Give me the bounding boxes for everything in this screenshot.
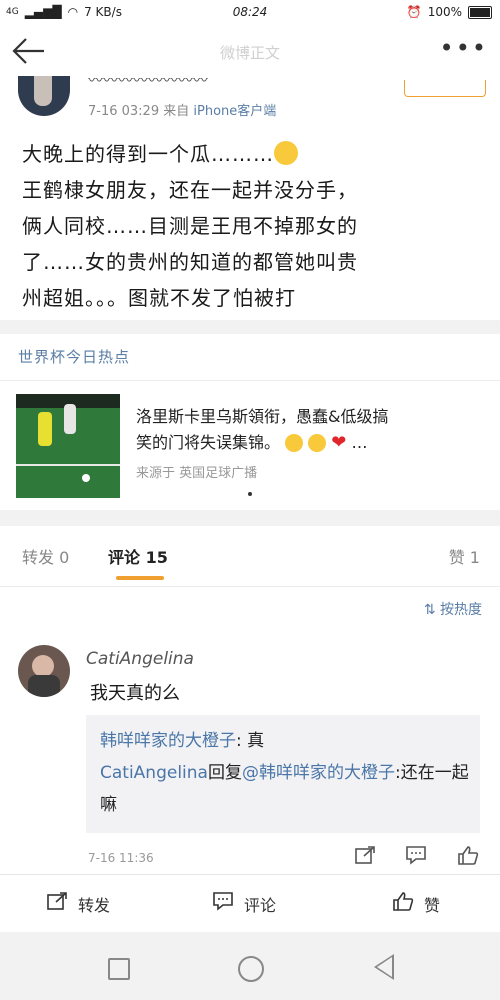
mention-link[interactable]: @韩咩咩家的大橙子: [242, 763, 395, 783]
reply2-author-link[interactable]: CatiAngelina: [100, 763, 208, 783]
home-icon[interactable]: [238, 956, 264, 982]
carousel-indicator: [248, 492, 252, 496]
status-right: ⏰ 100%: [407, 5, 492, 19]
content-line: 大晚上的得到一个瓜………: [22, 136, 482, 172]
commenter-name[interactable]: CatiAngelina: [86, 649, 194, 669]
active-tab-indicator: [116, 576, 164, 580]
reply-text: : 真: [236, 731, 265, 751]
hot-section-title[interactable]: 世界杯今日热点: [18, 346, 130, 367]
sort-by-hotness-button[interactable]: ⇅ 按热度: [424, 599, 482, 619]
author-avatar[interactable]: [18, 76, 70, 116]
weibo-post: 〰〰〰〰〰〰〰〰 7-16 03:29 来自 iPhone客户端 大晚上的得到一…: [0, 76, 500, 320]
back-triangle-icon[interactable]: [374, 954, 394, 980]
post-time: 7-16 03:29: [88, 104, 160, 119]
heart-emoji-icon: ❤: [331, 432, 347, 453]
post-content: 大晚上的得到一个瓜……… 王鹤棣女朋友，还在一起并没分手， 俩人同校……目测是王…: [22, 136, 482, 316]
reply-comment-icon[interactable]: [403, 845, 429, 867]
content-line: 俩人同校……目测是王甩不掉那女的: [22, 214, 358, 238]
recent-apps-icon[interactable]: [108, 958, 130, 980]
post-meta: 7-16 03:29 来自 iPhone客户端: [88, 100, 276, 119]
article-headline[interactable]: 洛里斯卡里乌斯領衔，愚蠢&低级搞 笑的门将失误集锦。 ❤ …: [136, 404, 486, 456]
sort-icon: ⇅: [423, 602, 436, 618]
more-menu-icon[interactable]: •••: [440, 34, 488, 62]
headline-line: 笑的门将失误集锦。 ❤ …: [136, 432, 368, 453]
drool-emoji-icon: [274, 141, 298, 165]
author-name-clipped[interactable]: 〰〰〰〰〰〰〰〰: [88, 78, 208, 88]
reply-thread[interactable]: 韩咩咩家的大橙子: 真 CatiAngelina回复@韩咩咩家的大橙子:还在一起…: [86, 715, 480, 833]
follow-button[interactable]: [404, 80, 486, 97]
system-navigation-bar: [0, 932, 500, 1000]
commenter-avatar[interactable]: [18, 645, 70, 697]
tab-comments[interactable]: 评论 15: [108, 544, 168, 568]
comment-text: 我天真的么: [90, 683, 180, 704]
world-cup-hot-card[interactable]: 世界杯今日热点 洛里斯卡里乌斯領衔，愚蠢&低级搞 笑的门将失误集锦。 ❤ … 来…: [0, 334, 500, 510]
content-line: 王鹤棣女朋友，还在一起并没分手，: [22, 178, 358, 202]
top-nav: 微博正文 •••: [0, 26, 500, 84]
tab-likes[interactable]: 赞 1: [449, 544, 480, 568]
battery-percent: 100%: [427, 5, 462, 19]
reply-word: 回复: [207, 763, 242, 783]
post-from: 来自: [163, 104, 190, 119]
thumbs-up-icon: [392, 891, 414, 916]
repost-button[interactable]: 转发: [46, 891, 110, 916]
content-line: 了……女的贵州的知道的都管她叫贵: [22, 250, 358, 274]
post-source[interactable]: iPhone客户端: [193, 104, 276, 119]
divider: [0, 380, 500, 381]
comment-time: 7-16 11:36: [88, 851, 154, 865]
interaction-tabs: 转发 0 评论 15 赞 1: [0, 526, 500, 586]
like-comment-icon[interactable]: [455, 845, 481, 867]
reply-author-link[interactable]: 韩咩咩家的大橙子: [100, 731, 236, 751]
comments-list: ⇅ 按热度 CatiAngelina 我天真的么 韩咩咩家的大橙子: 真 Cat…: [0, 587, 500, 875]
tab-repost[interactable]: 转发 0: [22, 544, 69, 568]
status-bar: 4G ▂▄▆█ ◠ 7 KB/s 08:24 ⏰ 100%: [0, 0, 500, 26]
like-label: 赞: [424, 895, 441, 915]
like-button[interactable]: 赞: [392, 891, 440, 916]
laugh-cry-emoji-icon: [285, 434, 304, 452]
battery-icon: [468, 5, 492, 19]
article-thumbnail[interactable]: [16, 394, 120, 498]
alarm-icon: ⏰: [406, 5, 422, 19]
comment-label: 评论: [244, 895, 277, 915]
sort-label: 按热度: [440, 602, 482, 618]
content-line: 州超姐。。。图就不发了怕被打: [22, 286, 296, 310]
comment-button[interactable]: 评论: [212, 891, 276, 916]
repost-label: 转发: [78, 895, 111, 915]
bottom-action-bar: 转发 评论 赞: [0, 874, 500, 933]
reply-thread-text: 韩咩咩家的大橙子: 真 CatiAngelina回复@韩咩咩家的大橙子:还在一起…: [100, 725, 470, 821]
comment-icon: [212, 891, 234, 916]
page-title: 微博正文: [219, 44, 280, 62]
share-comment-icon[interactable]: [352, 845, 378, 867]
repost-icon: [46, 891, 68, 916]
headline-line: 洛里斯卡里乌斯領衔，愚蠢&低级搞: [136, 407, 389, 426]
grin-emoji-icon: [308, 434, 327, 452]
article-source: 来源于 英国足球广播: [136, 466, 258, 481]
